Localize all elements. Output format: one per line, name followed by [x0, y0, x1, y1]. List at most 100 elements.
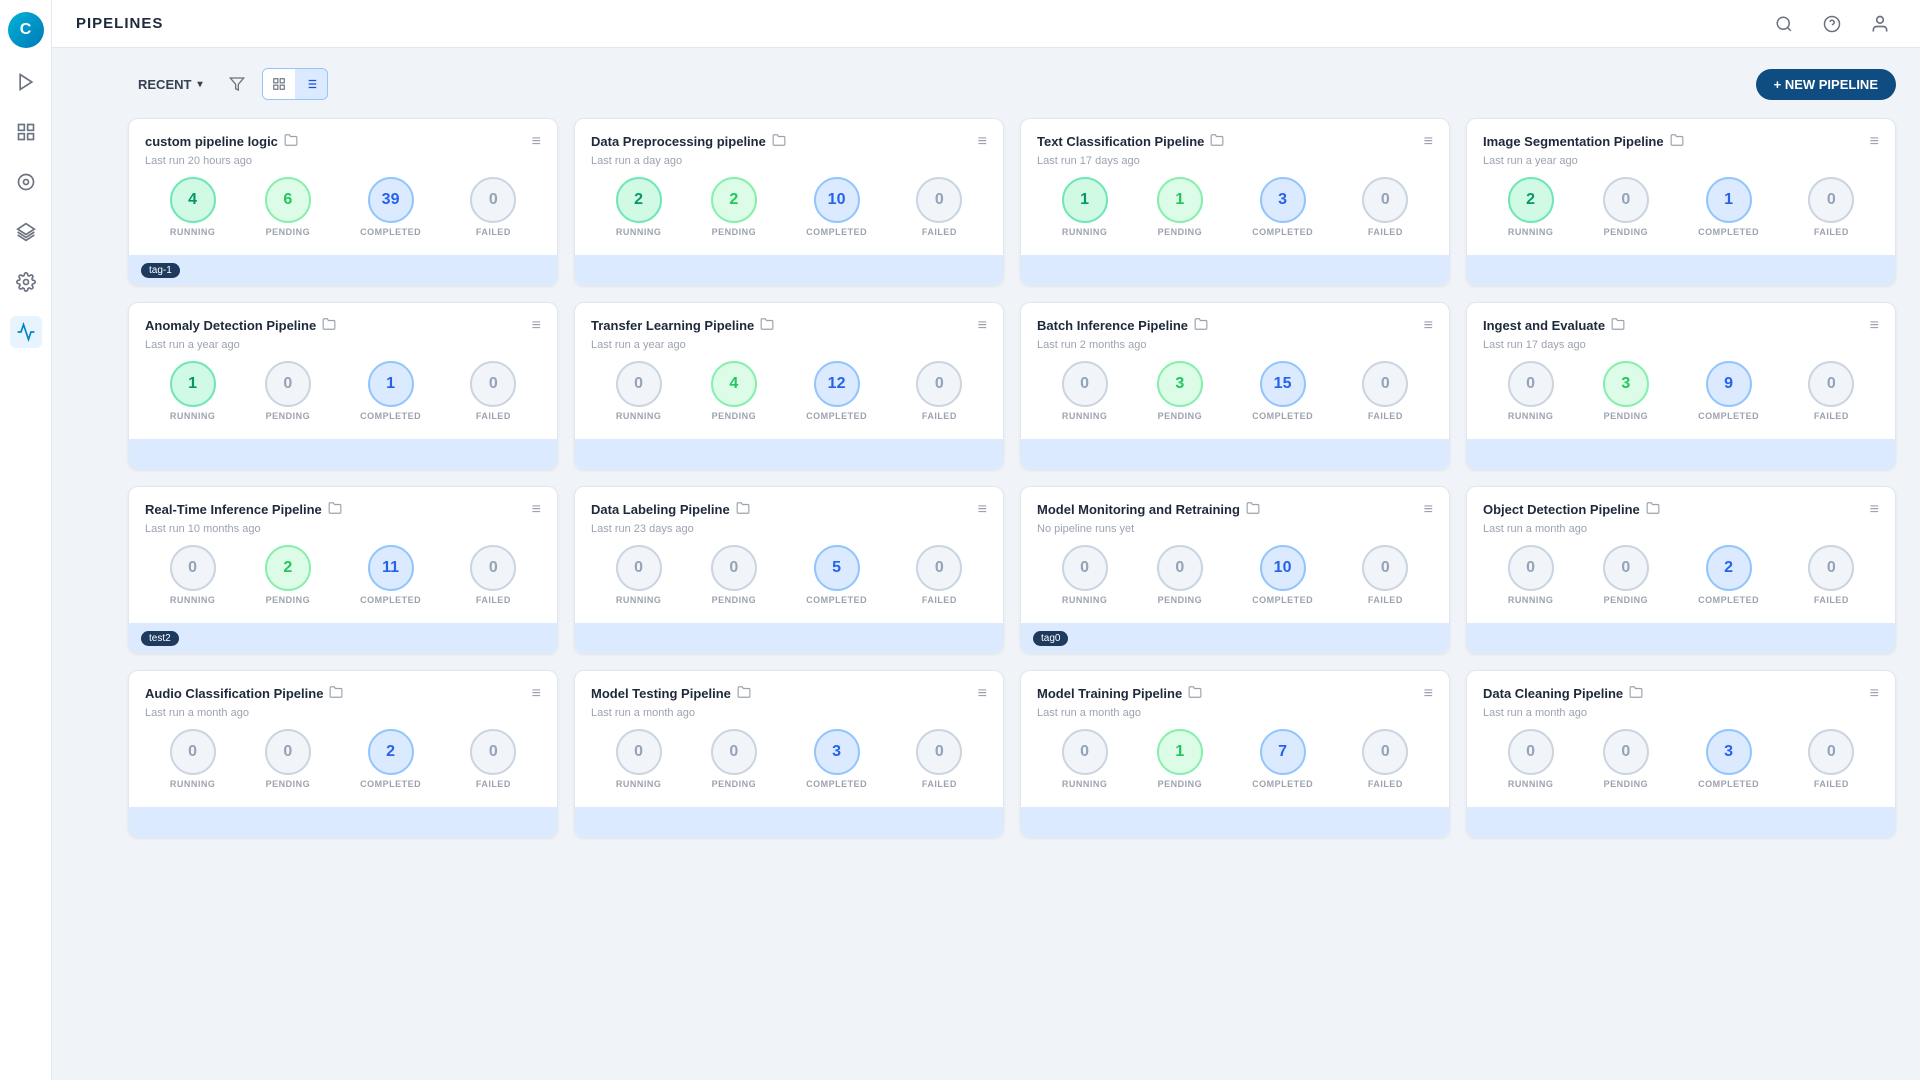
stats-row: 2 RUNNING 0 PENDING 1 COMPLETED 0 FAILED: [1483, 177, 1879, 237]
failed-label: FAILED: [476, 595, 511, 605]
sidebar-item-models[interactable]: [10, 116, 42, 148]
sidebar-item-pipelines[interactable]: [10, 66, 42, 98]
card-title-row: Ingest and Evaluate: [1483, 317, 1625, 334]
stat-failed: 0 FAILED: [1808, 361, 1854, 421]
card-menu-icon[interactable]: ≡: [978, 133, 987, 151]
app-logo[interactable]: C: [8, 12, 44, 48]
card-body: custom pipeline logic ≡ Last run 20 hour…: [129, 119, 557, 255]
failed-label: FAILED: [476, 227, 511, 237]
card-footer: [1467, 255, 1895, 285]
pipeline-card: Image Segmentation Pipeline ≡ Last run a…: [1466, 118, 1896, 286]
running-circle: 2: [1508, 177, 1554, 223]
completed-label: COMPLETED: [1252, 595, 1313, 605]
sidebar-item-gear[interactable]: [10, 266, 42, 298]
card-last-run: Last run a month ago: [145, 707, 541, 719]
recent-button[interactable]: RECENT ▾: [128, 72, 212, 97]
failed-circle: 0: [470, 361, 516, 407]
card-menu-icon[interactable]: ≡: [1424, 317, 1433, 335]
stat-completed: 39 COMPLETED: [360, 177, 421, 237]
filter-icon[interactable]: [222, 69, 252, 99]
card-title: Image Segmentation Pipeline: [1483, 134, 1664, 149]
sidebar-item-active[interactable]: [10, 316, 42, 348]
card-title: Data Labeling Pipeline: [591, 502, 730, 517]
completed-circle: 7: [1260, 729, 1306, 775]
stat-pending: 6 PENDING: [265, 177, 311, 237]
sidebar-item-layers[interactable]: [10, 216, 42, 248]
card-menu-icon[interactable]: ≡: [978, 317, 987, 335]
card-footer: test2: [129, 623, 557, 653]
stat-running: 0 RUNNING: [1062, 729, 1108, 789]
folder-icon[interactable]: [736, 501, 750, 518]
pipeline-card: Model Monitoring and Retraining ≡ No pip…: [1020, 486, 1450, 654]
card-menu-icon[interactable]: ≡: [978, 685, 987, 703]
folder-icon[interactable]: [284, 133, 298, 150]
search-icon[interactable]: [1768, 8, 1800, 40]
card-menu-icon[interactable]: ≡: [1424, 685, 1433, 703]
card-menu-icon[interactable]: ≡: [532, 685, 541, 703]
pipeline-card: custom pipeline logic ≡ Last run 20 hour…: [128, 118, 558, 286]
completed-circle: 3: [814, 729, 860, 775]
folder-icon[interactable]: [328, 501, 342, 518]
folder-icon[interactable]: [1210, 133, 1224, 150]
card-menu-icon[interactable]: ≡: [1424, 501, 1433, 519]
folder-icon[interactable]: [737, 685, 751, 702]
stat-completed: 2 COMPLETED: [360, 729, 421, 789]
folder-icon[interactable]: [1629, 685, 1643, 702]
card-title-row: Batch Inference Pipeline: [1037, 317, 1208, 334]
card-body: Data Labeling Pipeline ≡ Last run 23 day…: [575, 487, 1003, 623]
stat-pending: 2 PENDING: [711, 177, 757, 237]
failed-label: FAILED: [922, 411, 957, 421]
folder-icon[interactable]: [1246, 501, 1260, 518]
pending-label: PENDING: [266, 595, 311, 605]
stat-failed: 0 FAILED: [1362, 545, 1408, 605]
card-last-run: Last run a day ago: [591, 155, 987, 167]
user-icon[interactable]: [1864, 8, 1896, 40]
card-body: Image Segmentation Pipeline ≡ Last run a…: [1467, 119, 1895, 255]
card-footer: tag0: [1021, 623, 1449, 653]
new-pipeline-button[interactable]: + NEW PIPELINE: [1756, 69, 1896, 100]
stat-pending: 0 PENDING: [711, 729, 757, 789]
card-menu-icon[interactable]: ≡: [1870, 685, 1879, 703]
stat-completed: 10 COMPLETED: [806, 177, 867, 237]
card-footer: tag-1: [129, 255, 557, 285]
folder-icon[interactable]: [1611, 317, 1625, 334]
card-menu-icon[interactable]: ≡: [532, 501, 541, 519]
card-footer: [1021, 439, 1449, 469]
completed-circle: 10: [1260, 545, 1306, 591]
stat-pending: 0 PENDING: [265, 729, 311, 789]
folder-icon[interactable]: [1194, 317, 1208, 334]
pending-circle: 0: [265, 729, 311, 775]
folder-icon[interactable]: [1670, 133, 1684, 150]
completed-label: COMPLETED: [806, 779, 867, 789]
folder-icon[interactable]: [760, 317, 774, 334]
card-menu-icon[interactable]: ≡: [1870, 133, 1879, 151]
failed-circle: 0: [916, 177, 962, 223]
running-label: RUNNING: [616, 411, 662, 421]
running-circle: 0: [616, 729, 662, 775]
card-menu-icon[interactable]: ≡: [978, 501, 987, 519]
folder-icon[interactable]: [1188, 685, 1202, 702]
stat-pending: 0 PENDING: [1603, 177, 1649, 237]
card-menu-icon[interactable]: ≡: [1870, 317, 1879, 335]
failed-label: FAILED: [1814, 779, 1849, 789]
sidebar-item-deploy[interactable]: [10, 166, 42, 198]
card-title-row: Real-Time Inference Pipeline: [145, 501, 342, 518]
list-view-button[interactable]: [295, 69, 327, 99]
folder-icon[interactable]: [772, 133, 786, 150]
failed-label: FAILED: [922, 595, 957, 605]
grid-view-button[interactable]: [263, 69, 295, 99]
card-menu-icon[interactable]: ≡: [532, 133, 541, 151]
card-menu-icon[interactable]: ≡: [1424, 133, 1433, 151]
folder-icon[interactable]: [1646, 501, 1660, 518]
card-footer: [1021, 807, 1449, 837]
running-label: RUNNING: [1062, 227, 1108, 237]
stat-completed: 9 COMPLETED: [1698, 361, 1759, 421]
card-menu-icon[interactable]: ≡: [1870, 501, 1879, 519]
card-menu-icon[interactable]: ≡: [532, 317, 541, 335]
card-title: Anomaly Detection Pipeline: [145, 318, 316, 333]
view-toggle: [262, 68, 328, 100]
folder-icon[interactable]: [322, 317, 336, 334]
help-icon[interactable]: [1816, 8, 1848, 40]
folder-icon[interactable]: [329, 685, 343, 702]
pipeline-card: Model Training Pipeline ≡ Last run a mon…: [1020, 670, 1450, 838]
